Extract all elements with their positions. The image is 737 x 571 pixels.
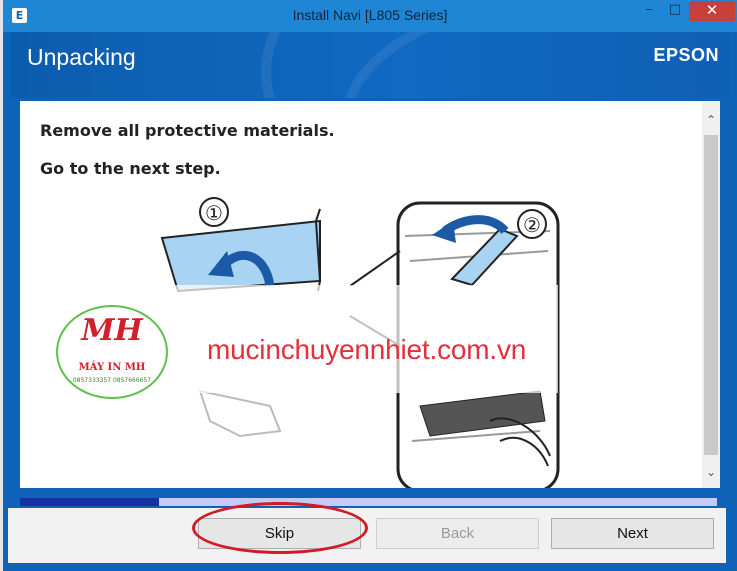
- install-progress-bar: [20, 498, 717, 506]
- logo-phones: 0857333357 0857666657: [72, 377, 152, 384]
- close-button[interactable]: ✕: [689, 1, 735, 21]
- logo-name: MÁY IN MH: [78, 362, 146, 373]
- maximize-button[interactable]: □: [663, 1, 687, 21]
- window-title: Install Navi [L805 Series]: [292, 7, 448, 23]
- step-1-number: ①: [205, 201, 223, 225]
- title-bar[interactable]: E Install Navi [L805 Series] – □ ✕: [3, 0, 737, 32]
- page-header: Unpacking EPSON: [11, 32, 729, 98]
- scroll-up-arrow-icon[interactable]: ⌃: [702, 111, 720, 129]
- button-bar: Skip Back Next: [8, 508, 726, 563]
- page-title: Unpacking: [27, 44, 136, 70]
- brand-logo: EPSON: [653, 45, 719, 65]
- logo-initials: MH: [81, 313, 143, 348]
- back-button[interactable]: Back: [376, 518, 539, 549]
- scroll-thumb[interactable]: [704, 135, 718, 455]
- next-button[interactable]: Next: [551, 518, 714, 549]
- watermark-url: mucinchuyennhiet.com.vn: [207, 334, 527, 365]
- step-2-number: ②: [523, 213, 541, 237]
- vertical-scrollbar[interactable]: ⌃ ⌄: [702, 101, 720, 488]
- scroll-down-arrow-icon[interactable]: ⌄: [702, 463, 720, 481]
- watermark-logo: MH MÁY IN MH 0857333357 0857666657: [56, 305, 168, 399]
- skip-button[interactable]: Skip: [198, 518, 361, 549]
- progress-fill: [20, 498, 159, 506]
- minimize-button[interactable]: –: [637, 1, 661, 21]
